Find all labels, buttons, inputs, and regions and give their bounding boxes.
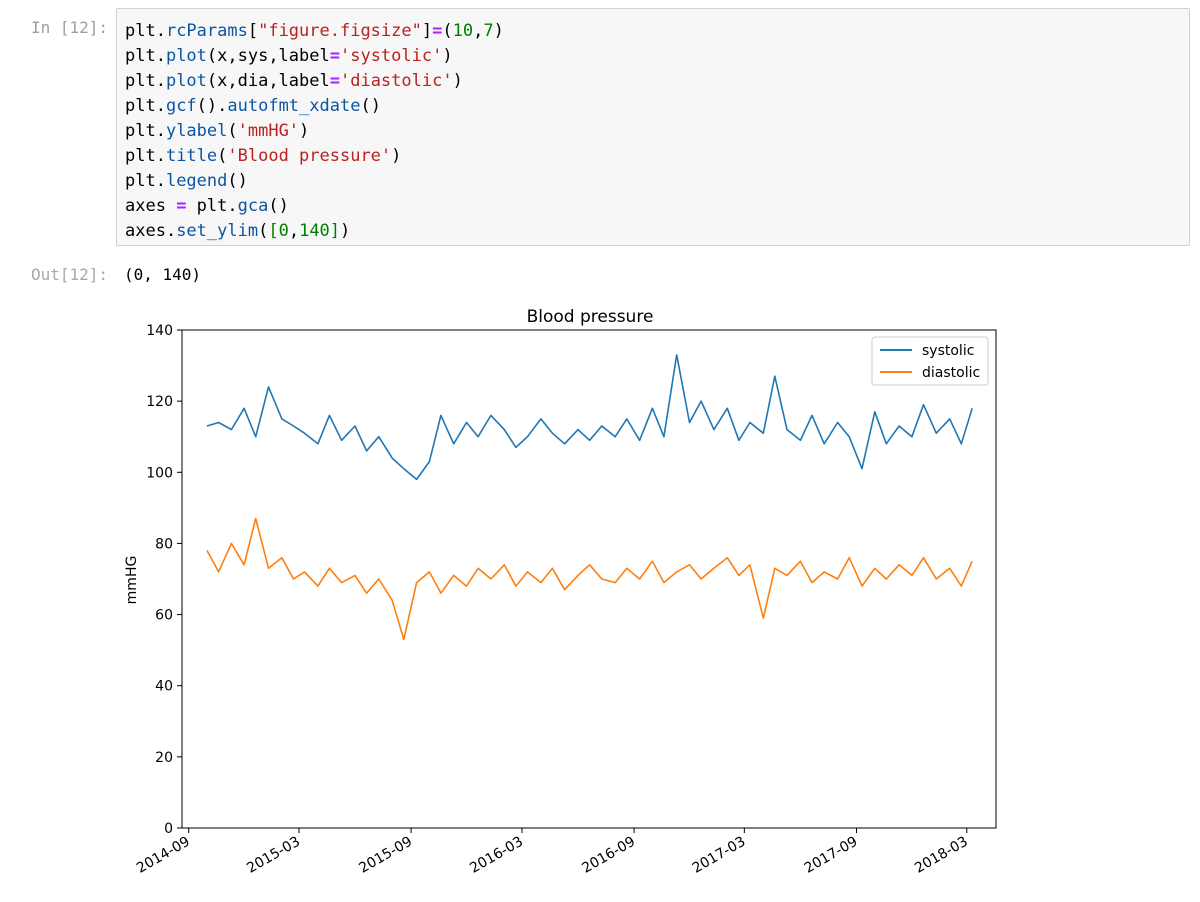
x-tick-label: 2016-09: [579, 834, 638, 877]
blood-pressure-chart: Blood pressure mmHG 0 20 40 60 80 100 120 140 20…: [124, 307, 997, 877]
code-token: (: [442, 21, 453, 41]
code-token: ().: [196, 96, 228, 116]
code-token: 0: [278, 221, 289, 241]
code-token: "figure.figsize": [258, 21, 422, 41]
code-token: 10: [452, 21, 474, 41]
y-tick-label: 140: [146, 323, 173, 339]
code-line[interactable]: plt.legend(): [125, 169, 1181, 194]
code-token: set_ylim: [176, 221, 259, 241]
series-layer: [206, 354, 973, 641]
code-token: [: [247, 21, 259, 41]
code-token: (): [227, 171, 248, 191]
code-token: ylabel: [165, 121, 228, 141]
code-token: ): [442, 46, 453, 66]
code-token: (: [217, 146, 228, 166]
code-line[interactable]: plt.ylabel('mmHG'): [125, 119, 1181, 144]
input-prompt: In [12]:: [30, 18, 108, 37]
y-tick-label: 60: [155, 608, 173, 624]
code-token: title: [165, 146, 218, 166]
code-token: (x,dia,label: [206, 71, 330, 91]
code-token: 'systolic': [339, 46, 443, 66]
y-axis-label: mmHG: [124, 556, 140, 605]
code-token: 'diastolic': [339, 71, 453, 91]
code-token: rcParams: [165, 21, 248, 41]
code-token: plt.: [125, 21, 166, 41]
x-tick-label: 2016-03: [467, 834, 526, 877]
code-token: 'mmHG': [237, 121, 300, 141]
code-token: ,: [473, 21, 484, 41]
code-token: autofmt_xdate: [227, 96, 361, 116]
code-token: (): [268, 196, 289, 216]
code-cell[interactable]: plt.rcParams["figure.figsize"]=(10,7) plt…: [116, 8, 1190, 246]
code-token: plt.: [125, 96, 166, 116]
chart-legend: systolic diastolic: [871, 336, 989, 386]
code-line[interactable]: plt.title('Blood pressure'): [125, 144, 1181, 169]
code-token: ): [340, 221, 351, 241]
code-token: ]: [329, 221, 341, 241]
code-token: =: [432, 21, 443, 41]
x-tick-label: 2015-03: [244, 834, 303, 877]
y-tick-label: 0: [164, 821, 173, 837]
code-token: ): [452, 71, 463, 91]
chart-title: Blood pressure: [527, 307, 654, 327]
series-line-systolic: [206, 354, 973, 481]
code-line[interactable]: axes.set_ylim([0,140]): [125, 219, 1181, 244]
code-token: axes: [125, 196, 177, 216]
x-tick-label: 2015-09: [356, 834, 415, 877]
code-token: (: [227, 121, 238, 141]
code-token: legend: [165, 171, 228, 191]
code-token: plt.: [186, 196, 238, 216]
code-token: [: [268, 221, 279, 241]
code-token: axes.: [125, 221, 177, 241]
code-token: plot: [165, 71, 207, 91]
code-token: (): [360, 96, 381, 116]
code-token: plt.: [125, 46, 166, 66]
x-tick-label: 2017-03: [690, 834, 749, 877]
y-tick-label: 80: [155, 536, 173, 552]
x-tick-label: 2014-09: [134, 834, 193, 877]
code-token: ]: [421, 21, 433, 41]
code-token: ): [391, 146, 402, 166]
code-token: (x,sys,label: [206, 46, 330, 66]
code-token: (: [258, 221, 269, 241]
code-token: =: [329, 46, 340, 66]
code-line[interactable]: plt.plot(x,sys,label='systolic'): [125, 44, 1181, 69]
y-tick-label: 120: [146, 394, 173, 410]
code-token: gcf: [165, 96, 197, 116]
code-token: plot: [165, 46, 207, 66]
legend-label-diastolic: diastolic: [922, 365, 980, 381]
code-line[interactable]: plt.rcParams["figure.figsize"]=(10,7): [125, 19, 1181, 44]
x-tick-label: 2017-09: [802, 834, 861, 877]
legend-label-systolic: systolic: [922, 343, 974, 359]
plot-frame: [181, 329, 997, 829]
code-editor[interactable]: plt.rcParams["figure.figsize"]=(10,7) plt…: [125, 19, 1181, 244]
code-line[interactable]: plt.gcf().autofmt_xdate(): [125, 94, 1181, 119]
code-token: plt.: [125, 121, 166, 141]
code-token: 140: [299, 221, 330, 241]
y-tick-label: 100: [146, 465, 173, 481]
output-prompt: Out[12]:: [30, 265, 108, 284]
code-token: =: [176, 196, 187, 216]
code-token: 'Blood pressure': [227, 146, 392, 166]
x-tick-label: 2018-03: [912, 834, 971, 877]
code-token: plt.: [125, 171, 166, 191]
code-line[interactable]: axes = plt.gca(): [125, 194, 1181, 219]
figure-output: Blood pressure mmHG 0 20 40 60 80 100 120 140 20…: [0, 290, 1200, 898]
code-token: ,: [288, 221, 300, 241]
code-token: gca: [237, 196, 269, 216]
code-token: plt.: [125, 71, 166, 91]
code-line[interactable]: plt.plot(x,dia,label='diastolic'): [125, 69, 1181, 94]
code-token: =: [329, 71, 340, 91]
code-token: ): [299, 121, 310, 141]
output-text: (0, 140): [124, 265, 202, 284]
code-token: plt.: [125, 146, 166, 166]
y-tick-label: 40: [155, 679, 173, 695]
y-tick-label: 20: [155, 750, 173, 766]
code-token: ): [493, 21, 504, 41]
code-token: 7: [483, 21, 494, 41]
series-line-diastolic: [206, 517, 973, 641]
